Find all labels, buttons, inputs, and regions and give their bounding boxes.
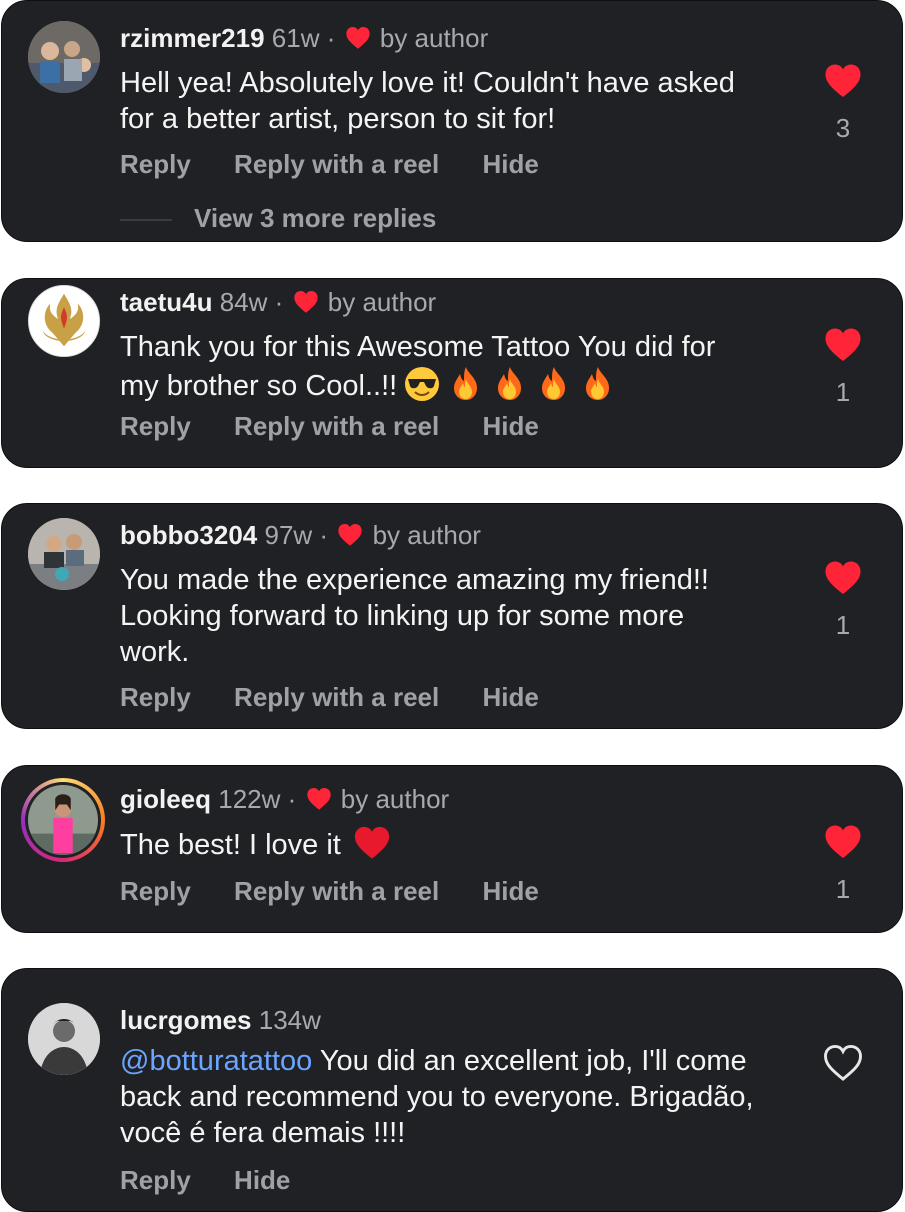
comment-card: bobbo3204 97w · by author You made the e… [1,503,903,729]
meta-separator: · [319,520,329,550]
reply-with-reel-button[interactable]: Reply with a reel [234,411,439,441]
like-button[interactable]: 1 [822,824,864,905]
like-count: 1 [835,874,851,904]
like-count: 1 [835,610,851,640]
comment-card: gioleeq 122w · by author The best! I lov… [1,765,903,933]
comment-text: You made the experience amazing my frien… [120,564,709,668]
comment-actions: Reply Reply with a reel Hide [120,682,575,713]
mention-link[interactable]: @botturatattoo [120,1045,312,1077]
comment-meta: lucrgomes 134w [120,1005,321,1036]
red-heart-emoji [354,826,389,859]
author-badge: by author [340,784,450,814]
avatar-story-ring[interactable] [21,778,105,862]
fire-emoji [586,367,610,400]
comment-age: 61w [271,23,320,53]
comment-body: @botturatattoo You did an excellent job,… [120,1043,800,1151]
reply-button[interactable]: Reply [120,682,191,712]
comment-actions: Reply Reply with a reel Hide [120,411,575,442]
reply-button[interactable]: Reply [120,411,191,441]
avatar[interactable] [28,1003,100,1075]
fire-emoji [498,367,522,400]
author-heart-icon [306,787,331,810]
reply-button[interactable]: Reply [120,1165,191,1195]
comment-meta: rzimmer219 61w · by author [120,23,488,54]
meta-separator: · [287,784,297,814]
author-badge: by author [327,287,437,317]
comment-meta: bobbo3204 97w · by author [120,520,481,551]
heart-filled-icon [825,328,861,362]
hide-button[interactable]: Hide [482,411,538,441]
view-more-replies[interactable]: View 3 more replies [120,203,436,234]
comment-card: lucrgomes 134w @botturatattoo You did an… [1,968,903,1212]
hide-button[interactable]: Hide [234,1165,290,1195]
hide-button[interactable]: Hide [482,876,538,906]
comment-actions: Reply Hide [120,1165,326,1196]
comment-text: The best! I love it [120,829,341,861]
comment-actions: Reply Reply with a reel Hide [120,149,575,180]
like-count: 1 [835,377,851,407]
heart-filled-icon [825,561,861,595]
sunglasses-emoji [405,367,440,401]
like-button[interactable]: 1 [822,560,864,641]
reply-with-reel-button[interactable]: Reply with a reel [234,682,439,712]
username[interactable]: lucrgomes [120,1005,252,1035]
hide-button[interactable]: Hide [482,149,538,179]
author-heart-icon [293,290,318,313]
username[interactable]: bobbo3204 [120,520,257,550]
like-button[interactable]: 3 [822,63,864,144]
author-badge: by author [372,520,481,550]
comment-body: The best! I love it [120,824,760,863]
comment-age: 97w [264,520,313,550]
like-count: 3 [835,113,851,143]
avatar[interactable] [28,21,100,93]
avatar[interactable] [28,285,100,357]
author-heart-icon [345,26,370,49]
fire-emoji [542,367,566,400]
reply-button[interactable]: Reply [120,876,191,906]
comment-actions: Reply Reply with a reel Hide [120,876,575,907]
avatar[interactable] [28,518,100,590]
meta-separator: · [274,287,284,317]
reply-with-reel-button[interactable]: Reply with a reel [234,876,439,906]
divider-line [120,219,172,222]
comment-age: 84w [219,287,268,317]
like-button[interactable]: 1 [822,327,864,408]
username[interactable]: gioleeq [120,784,211,814]
meta-separator: · [326,23,336,53]
heart-filled-icon [825,64,861,98]
reply-with-reel-button[interactable]: Reply with a reel [234,149,439,179]
fire-emoji [454,367,478,400]
reply-button[interactable]: Reply [120,149,191,179]
like-button[interactable] [822,1045,864,1081]
comment-meta: taetu4u 84w · by author [120,287,436,318]
comment-age: 122w [218,784,281,814]
comment-age: 134w [258,1005,321,1035]
comment-meta: gioleeq 122w · by author [120,784,449,815]
username[interactable]: taetu4u [120,287,212,317]
hide-button[interactable]: Hide [482,682,538,712]
avatar [25,782,101,858]
comment-card: rzimmer219 61w · by author Hell yea! Abs… [1,0,903,242]
heart-filled-icon [825,825,861,859]
comment-body: Thank you for this Awesome Tattoo You di… [120,329,760,404]
author-badge: by author [379,23,489,53]
comment-text: Hell yea! Absolutely love it! Couldn't h… [120,67,735,135]
comment-card: taetu4u 84w · by author Thank you for th… [1,278,903,468]
heart-outline-icon [824,1045,862,1081]
author-heart-icon [338,523,363,546]
view-more-label: View 3 more replies [194,203,437,233]
username[interactable]: rzimmer219 [120,23,265,53]
